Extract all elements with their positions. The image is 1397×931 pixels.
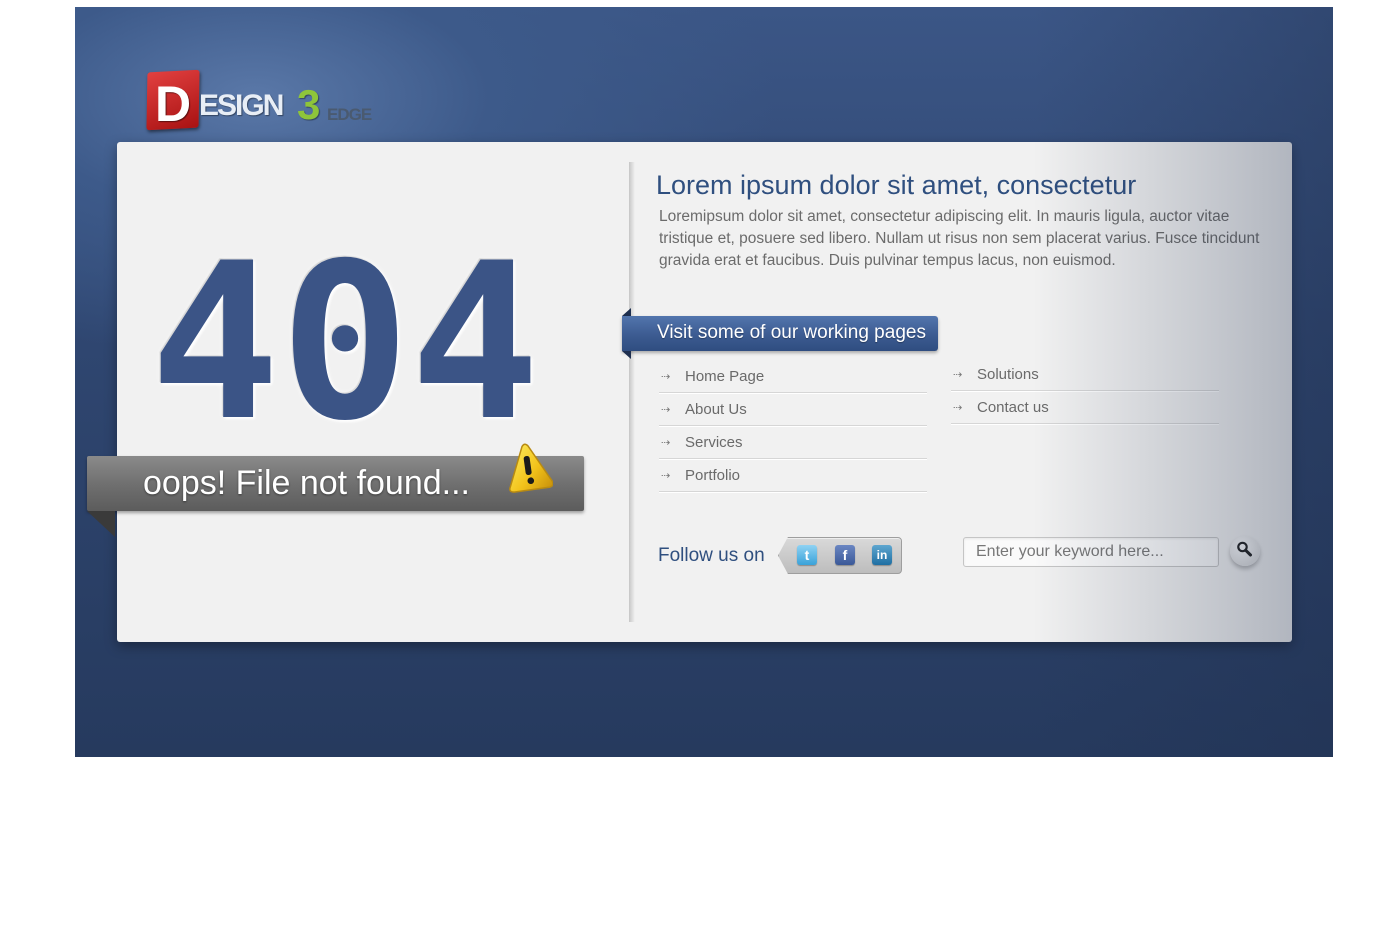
- error-card: 4 0 4 oops! File not found... Lorem ipsu…: [87, 142, 1292, 642]
- error-code: 4 0 4: [150, 217, 540, 468]
- arrow-icon: ⇢: [661, 469, 671, 482]
- search-button[interactable]: [1230, 536, 1260, 566]
- social-bar: t f in: [778, 537, 902, 574]
- arrow-icon: ⇢: [661, 436, 671, 449]
- link-solutions[interactable]: ⇢ Solutions: [951, 358, 1219, 391]
- links-column-a: ⇢ Home Page ⇢ About Us ⇢ Services ⇢ Portfoli…: [659, 360, 927, 492]
- facebook-icon[interactable]: f: [835, 545, 855, 565]
- link-label: Contact us: [977, 398, 1049, 416]
- arrow-icon: ⇢: [953, 401, 963, 414]
- logo-letter: D: [155, 76, 191, 132]
- link-label: Home Page: [685, 367, 765, 385]
- link-label: Solutions: [977, 365, 1039, 383]
- linkedin-icon[interactable]: in: [872, 545, 892, 565]
- link-about-us[interactable]: ⇢ About Us: [659, 393, 927, 426]
- page-background: D ESIGN 3 EDGE 4 0 4 oops! File not foun…: [75, 7, 1333, 757]
- error-digit: 0: [280, 217, 411, 468]
- banner-fold: [87, 511, 115, 537]
- content-description: Loremipsum dolor sit amet, consectetur a…: [659, 208, 1260, 269]
- arrow-icon: ⇢: [661, 370, 671, 383]
- logo-number: 3: [297, 81, 321, 128]
- link-portfolio[interactable]: ⇢ Portfolio: [659, 459, 927, 492]
- error-digit: 4: [150, 217, 281, 468]
- link-services[interactable]: ⇢ Services: [659, 426, 927, 459]
- error-digit: 4: [410, 217, 541, 468]
- site-logo[interactable]: D ESIGN 3 EDGE: [146, 67, 387, 137]
- logo-word: ESIGN: [199, 89, 284, 122]
- link-label: Portfolio: [685, 466, 741, 484]
- ribbon-fold-top: [622, 308, 631, 316]
- link-contact-us[interactable]: ⇢ Contact us: [951, 391, 1219, 424]
- content-heading: Lorem ipsum dolor sit amet, consectetur: [656, 170, 1137, 200]
- links-ribbon-label: Visit some of our working pages: [657, 322, 926, 343]
- link-label: About Us: [685, 400, 747, 418]
- column-divider: [629, 162, 635, 622]
- link-home-page[interactable]: ⇢ Home Page: [659, 360, 927, 393]
- twitter-icon[interactable]: t: [797, 545, 817, 565]
- follow-label: Follow us on: [658, 545, 765, 566]
- logo-suffix: EDGE: [327, 105, 372, 124]
- arrow-icon: ⇢: [661, 403, 671, 416]
- links-column-b: ⇢ Solutions ⇢ Contact us: [951, 358, 1219, 424]
- arrow-icon: ⇢: [953, 368, 963, 381]
- links-ribbon: Visit some of our working pages: [622, 316, 938, 351]
- link-label: Services: [685, 433, 743, 451]
- error-message: oops! File not found...: [143, 464, 470, 502]
- warning-icon: [509, 443, 553, 493]
- search-input[interactable]: [963, 537, 1219, 567]
- search-icon: [1237, 541, 1252, 557]
- ribbon-fold: [622, 351, 631, 359]
